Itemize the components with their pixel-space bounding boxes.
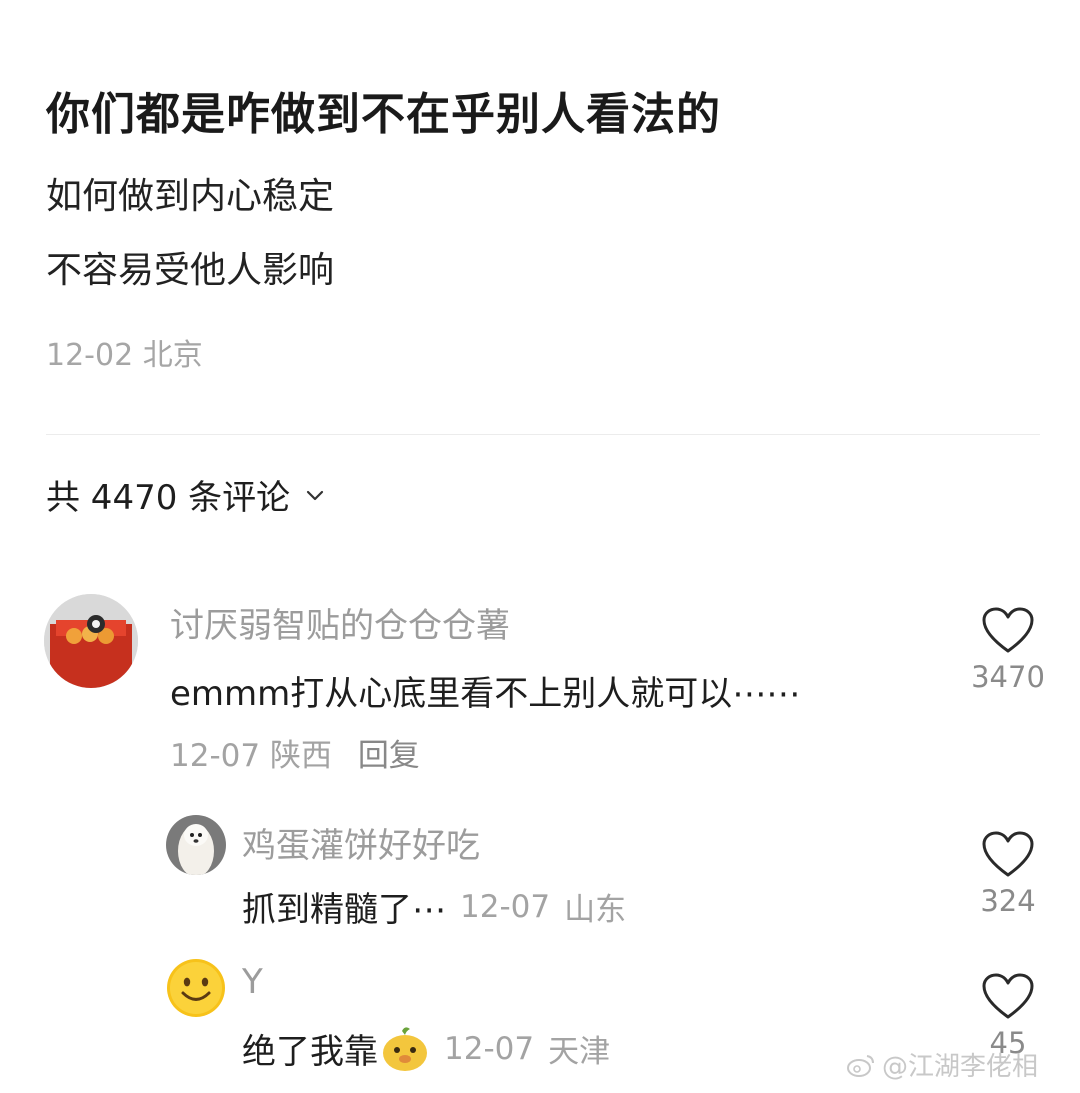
- reply-username[interactable]: Y: [242, 962, 263, 1002]
- comment-count-toggle[interactable]: 共 4470 条评论: [46, 470, 326, 519]
- reply-button[interactable]: 回复: [358, 738, 420, 774]
- post-location: 北京: [142, 338, 203, 373]
- like-count: 3470: [971, 660, 1045, 694]
- reply-text-row: 绝了我靠 12-07 天津: [242, 1024, 610, 1073]
- chevron-down-icon: [307, 490, 324, 500]
- like-button[interactable]: 3470: [963, 606, 1053, 694]
- comment-text: emmm打从心底里看不上别人就可以⋯⋯: [170, 674, 801, 714]
- avatar[interactable]: [44, 594, 138, 688]
- avatar-image: [166, 815, 226, 875]
- sticker-emoji-icon: [383, 1026, 427, 1071]
- comment-date: 12-07: [170, 738, 261, 774]
- heart-icon: [982, 607, 1034, 653]
- reply-date: 12-07: [460, 888, 551, 925]
- reply-text: 绝了我靠: [242, 1032, 378, 1072]
- avatar-image: [44, 594, 138, 688]
- reply-username[interactable]: 鸡蛋灌饼好好吃: [242, 818, 480, 867]
- like-button[interactable]: 324: [963, 830, 1053, 918]
- reply-location: 山东: [564, 892, 627, 928]
- weibo-logo-icon: [846, 1054, 874, 1077]
- reply-location: 天津: [548, 1034, 611, 1070]
- comment-meta: 12-07 陕西 回复: [170, 730, 420, 775]
- comment-username[interactable]: 讨厌弱智贴的仓仓仓薯: [170, 598, 510, 647]
- comment-location: 陕西: [269, 738, 332, 774]
- post-body: 如何做到内心稳定 不容易受他人影响: [46, 160, 334, 308]
- smiley-avatar-icon: [167, 959, 225, 1017]
- post-date: 12-02: [46, 338, 134, 373]
- post-meta: 12-02 北京: [46, 330, 203, 374]
- reply-date: 12-07: [444, 1030, 535, 1067]
- heart-icon: [982, 831, 1034, 877]
- avatar[interactable]: [166, 815, 226, 875]
- divider: [46, 434, 1040, 435]
- comment-count-label: 共 4470 条评论: [46, 478, 291, 518]
- post-body-line: 不容易受他人影响: [46, 250, 335, 291]
- reply-text: 抓到精髓了⋯: [242, 890, 446, 930]
- heart-icon: [982, 973, 1034, 1019]
- watermark: @江湖李佬相: [846, 1046, 1038, 1083]
- like-count: 324: [980, 884, 1036, 918]
- post-title: 你们都是咋做到不在乎别人看法的: [46, 89, 721, 140]
- reply-text-row: 抓到精髓了⋯ 12-07 山东: [242, 882, 626, 931]
- post-body-line: 如何做到内心稳定: [46, 176, 335, 217]
- watermark-text: @江湖李佬相: [881, 1052, 1038, 1082]
- avatar[interactable]: [166, 958, 226, 1018]
